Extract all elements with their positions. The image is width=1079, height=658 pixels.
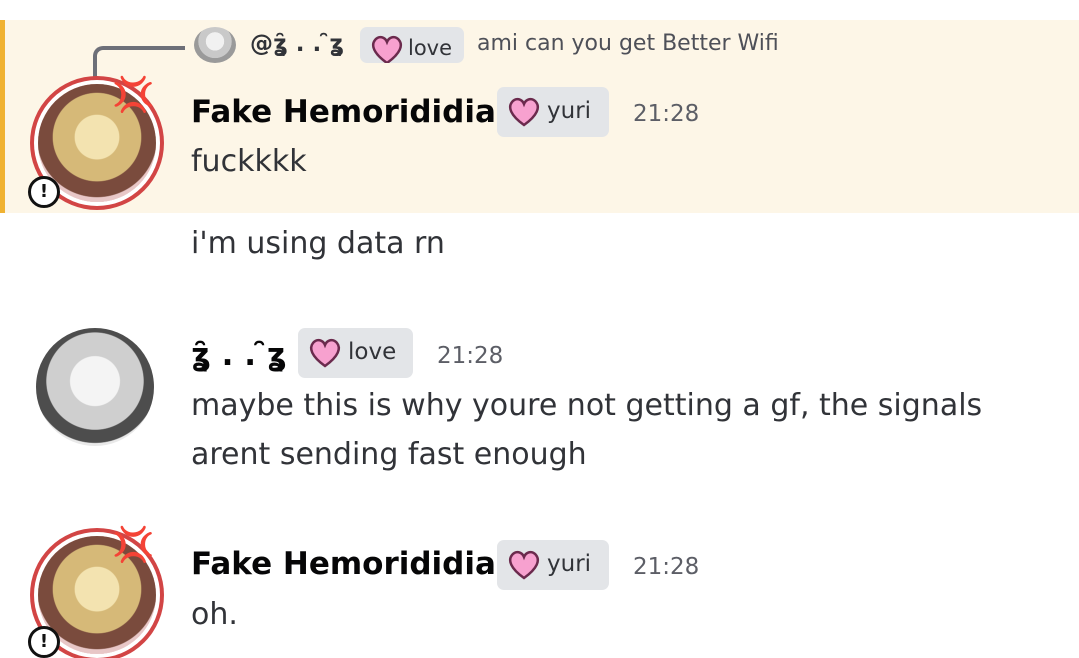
role-tag[interactable]: yuri — [497, 87, 609, 137]
timestamp[interactable]: 21:28 — [437, 343, 503, 369]
username[interactable]: Fake Hemorididian — [191, 94, 518, 130]
reply-preview-text[interactable]: ami can you get Better Wifi — [477, 31, 779, 56]
pink-heart-icon — [309, 338, 341, 368]
message-text[interactable]: fuckkkk — [191, 144, 307, 179]
anger-symbol-icon: 💢 — [112, 525, 155, 565]
exclamation-icon: ! — [28, 176, 60, 208]
reply-avatar[interactable] — [194, 27, 236, 63]
role-label: yuri — [547, 98, 592, 124]
role-label: yuri — [547, 551, 592, 577]
reply-role-label: love — [408, 36, 453, 60]
timestamp[interactable]: 21:28 — [633, 101, 699, 127]
message-text[interactable]: arent sending fast enough — [191, 437, 587, 472]
username[interactable]: ʓ̑ . . ̑ʓ — [191, 337, 287, 373]
reply-role-tag[interactable]: love — [360, 27, 464, 63]
reply-username[interactable]: @ʓ̑ . . ̑ʓ — [250, 31, 344, 57]
message-text[interactable]: oh. — [191, 597, 238, 632]
role-label: love — [348, 339, 397, 365]
avatar[interactable] — [36, 328, 154, 446]
reply-connector — [93, 46, 185, 78]
timestamp[interactable]: 21:28 — [633, 554, 699, 580]
pink-heart-icon — [508, 550, 540, 580]
username[interactable]: Fake Hemorididian — [191, 546, 518, 582]
role-tag[interactable]: yuri — [497, 540, 609, 590]
pink-heart-icon — [508, 97, 540, 127]
mention-highlight-bar — [0, 20, 5, 213]
pink-heart-icon — [371, 35, 403, 63]
message-text[interactable]: i'm using data rn — [191, 226, 445, 261]
role-tag[interactable]: love — [298, 328, 413, 378]
anger-symbol-icon: 💢 — [112, 75, 155, 115]
message-text[interactable]: maybe this is why youre not getting a gf… — [191, 388, 982, 423]
exclamation-icon: ! — [28, 626, 60, 658]
